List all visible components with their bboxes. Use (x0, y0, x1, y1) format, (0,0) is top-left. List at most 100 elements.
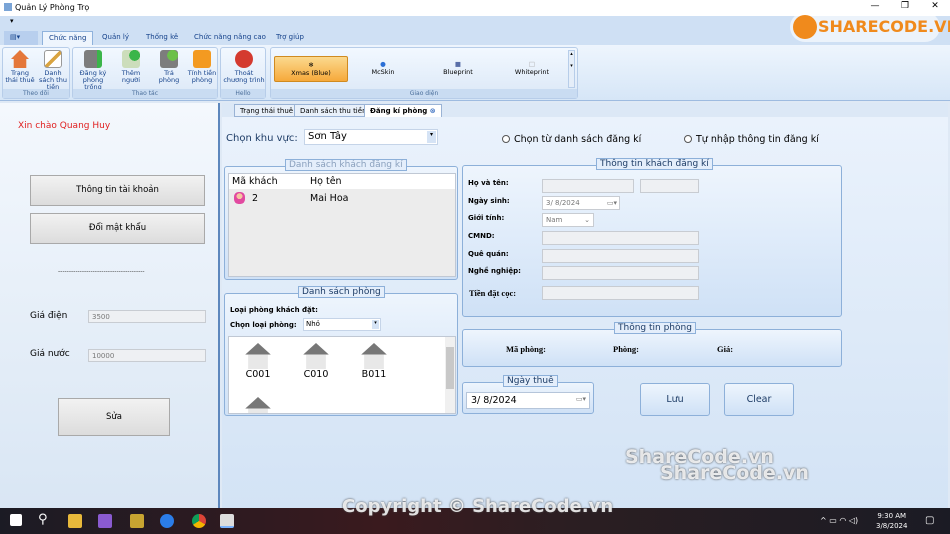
close-tab-icon[interactable]: ⊗ (430, 107, 436, 115)
house-icon (245, 397, 271, 413)
notification-icon[interactable]: ▢ (925, 515, 934, 526)
group-title: Danh sách phòng (298, 286, 385, 298)
trang-thai-thue-button[interactable]: Trạng thái thuê (5, 50, 35, 84)
dob-label: Ngày sinh: (468, 197, 510, 205)
doc-tab-trang-thai-thue[interactable]: Trạng thái thuê (234, 104, 300, 117)
sharecode-logo: SHARECODE.VN (790, 12, 950, 42)
room-code-label: Mã phòng: (506, 344, 546, 354)
windows-start-icon[interactable] (10, 514, 22, 526)
room-item[interactable] (243, 397, 273, 413)
column-header[interactable]: Họ tên (310, 176, 342, 187)
tab-chuc-nang[interactable]: Chức năng (42, 31, 94, 45)
doc-tab-dang-ki-phong[interactable]: Đăng kí phòng ⊗ (364, 104, 442, 117)
last-name-input[interactable] (542, 179, 634, 193)
save-button[interactable]: Lưu (640, 383, 710, 416)
doc-tab-danh-sach-thu-tien[interactable]: Danh sách thu tiền (294, 104, 373, 117)
group-title: Thông tin khách đăng kí (596, 158, 713, 170)
them-nguoi-button[interactable]: Thêm người (113, 50, 149, 84)
customize-qat-icon[interactable]: ▾ (10, 17, 14, 25)
tra-phong-button[interactable]: Trả phòng (153, 50, 185, 84)
rent-date-group: Ngày thuê 3/ 8/2024 ▭▾ (462, 375, 594, 414)
elec-price-input[interactable]: 3500 (88, 310, 206, 323)
chevron-down-icon: ▾ (372, 320, 379, 329)
group-thao-tac: Đăng ký phòng trống Thêm người Trả phòng… (72, 47, 218, 99)
left-panel: Xin chào Quang Huy Thông tin tài khoản Đ… (0, 103, 220, 508)
document-tabs: Trạng thái thuê Danh sách thu tiền Đăng … (222, 103, 948, 117)
customer-list[interactable]: Mã khách Họ tên 2 Mai Hoa (228, 173, 456, 277)
name-label: Họ và tên: (468, 179, 509, 187)
tab-thong-ke[interactable]: Thống kê (140, 31, 184, 45)
skin-mcskin[interactable]: ● McSkin (346, 56, 420, 82)
skin-whiteprint[interactable]: □ Whiteprint (495, 56, 569, 82)
separator: ---------------------------------------- (58, 268, 145, 275)
radio-manual[interactable]: Tự nhập thông tin đăng kí (684, 134, 819, 145)
customer-id: 2 (252, 193, 259, 204)
search-icon[interactable]: ⚲ (38, 512, 52, 527)
add-person-icon (122, 50, 140, 68)
tab-quan-ly[interactable]: Quản lý (96, 31, 135, 45)
skin-blueprint[interactable]: ■ Blueprint (421, 56, 495, 82)
radio-icon (684, 135, 692, 143)
id-input[interactable] (542, 231, 699, 245)
system-tray-icons[interactable]: ^ ▭ ◠ ◁) (820, 516, 858, 525)
rent-date-value: 3/ 8/2024 (471, 395, 517, 406)
area-select[interactable]: Sơn Tây ▾ (304, 129, 438, 145)
change-password-button[interactable]: Đổi mật khẩu (30, 213, 205, 244)
list-item[interactable]: 2 Mai Hoa (229, 189, 455, 207)
group-hello: Thoát chương trình Hello (220, 47, 266, 99)
chevron-down-icon: ▾ (427, 131, 436, 143)
clock[interactable]: 9:30 AM 3/8/2024 (876, 511, 907, 531)
dang-ky-phong-trong-button[interactable]: Đăng ký phòng trống (75, 50, 111, 91)
tab-chuc-nang-nang-cao[interactable]: Chức năng nâng cao (188, 31, 272, 45)
hometown-input[interactable] (542, 249, 699, 263)
application-menu-button[interactable]: ▤▾ (4, 31, 38, 45)
gender-select[interactable]: Nam ⌄ (542, 213, 594, 227)
deposit-label: Tiền đặt cọc: (469, 288, 517, 298)
register-room-form: Chọn khu vực: Sơn Tây ▾ Chọn từ danh sách… (222, 117, 948, 508)
thoat-chuong-trinh-button[interactable]: Thoát chương trình (223, 50, 265, 84)
radio-from-list[interactable]: Chọn từ danh sách đăng kí (502, 134, 641, 145)
quan-ly-phong-tro-taskbar-icon[interactable] (220, 514, 234, 528)
room-item[interactable]: C010 (301, 343, 331, 380)
tab-label: Đăng kí phòng (370, 107, 428, 115)
clear-button[interactable]: Clear (724, 383, 794, 416)
first-name-input[interactable] (640, 179, 699, 193)
calculator-icon (193, 50, 211, 68)
hometown-label: Quê quán: (468, 250, 509, 258)
radio-label: Chọn từ danh sách đăng kí (514, 134, 642, 145)
room-type-select[interactable]: Nhỏ ▾ (303, 318, 381, 331)
room-item[interactable]: C001 (243, 343, 273, 380)
group-title: Giao diện (271, 89, 577, 98)
room-info-group: Thông tin phòng Mã phòng: Phòng: Giá: (462, 322, 842, 367)
dob-picker[interactable]: 3/ 8/2024 ▭▾ (542, 196, 620, 210)
tab-tro-giup[interactable]: Trợ giúp (270, 31, 310, 45)
danh-sach-thu-tien-button[interactable]: Danh sách thu tiền (36, 50, 70, 91)
room-type-value: Nhỏ (306, 320, 320, 328)
elec-price-label: Giá điện (30, 311, 68, 321)
column-header[interactable]: Mã khách (232, 176, 278, 187)
job-input[interactable] (542, 266, 699, 280)
group-giao-dien: ❄ Xmas (Blue) ● McSkin ■ Blueprint □ Whitepr… (270, 47, 578, 99)
room-list-group: Danh sách phòng Loại phòng khách đặt: Ch… (224, 286, 458, 416)
house-icon (303, 343, 329, 369)
window-title: Quản Lý Phòng Trọ (15, 3, 90, 12)
gallery-scrollbar[interactable]: ▴ ▾ (568, 50, 575, 88)
room-item[interactable]: B011 (359, 343, 389, 380)
edit-button[interactable]: Sửa (58, 398, 170, 436)
visual-studio-icon[interactable] (98, 514, 112, 528)
room-list[interactable]: C001 C010 B011 (228, 336, 456, 414)
skin-xmas-blue[interactable]: ❄ Xmas (Blue) (274, 56, 348, 82)
file-explorer-icon[interactable] (68, 514, 82, 528)
power-icon (235, 50, 253, 68)
deposit-input[interactable] (542, 286, 699, 300)
zalo-icon[interactable] (160, 514, 174, 528)
chrome-icon[interactable] (192, 514, 206, 528)
rent-date-picker[interactable]: 3/ 8/2024 ▭▾ (466, 392, 590, 409)
vertical-scrollbar[interactable] (445, 337, 455, 413)
account-info-button[interactable]: Thông tin tài khoản (30, 175, 205, 206)
calendar-icon: ▭▾ (575, 395, 586, 403)
water-price-input[interactable]: 10000 (88, 349, 206, 362)
group-title: Thông tin phòng (614, 322, 696, 334)
tinh-tien-phong-button[interactable]: Tính tiền phòng (187, 50, 217, 84)
app-icon[interactable] (130, 514, 144, 528)
